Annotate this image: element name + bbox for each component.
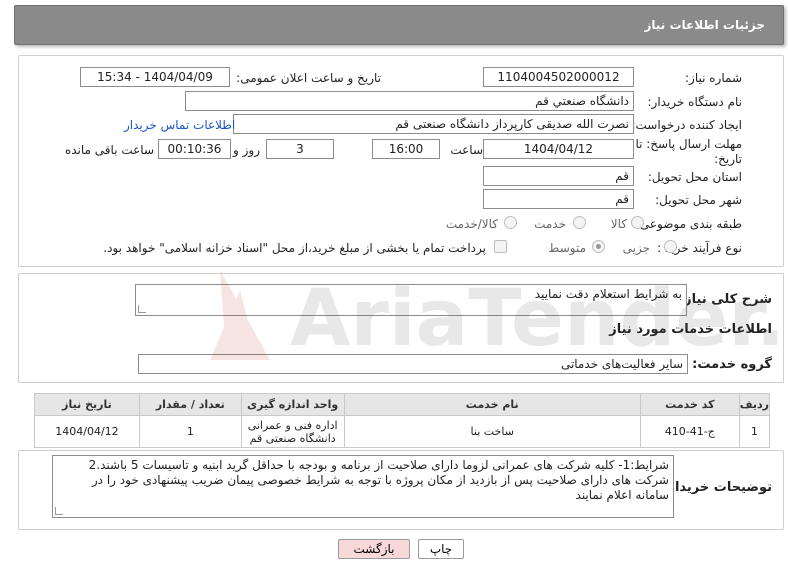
deadline-date-field: 1404/04/12 [483,139,634,159]
col-quantity: تعداد / مقدار [138,393,242,416]
watermark-text: AriaTender.neT [290,274,780,364]
deadline-time-field: 16:00 [372,139,440,159]
cell-row: 1 [738,415,771,448]
cell-quantity: 1 [138,415,242,448]
category-radio-service[interactable] [573,216,586,229]
resize-grip-icon [138,305,146,313]
announce-field: 1404/04/09 - 15:34 [80,67,230,87]
days-label: روز و [233,143,260,157]
category-radio-goods[interactable] [631,216,644,229]
col-unit: واحد اندازه گیری [240,393,345,416]
need-number-field: 1104004502000012 [483,67,634,87]
print-button[interactable]: چاپ [418,539,464,559]
col-service-name: نام خدمت [343,393,641,416]
category-option-goods-service: کالا/خدمت [445,217,498,231]
cell-unit: اداره فنی و عمرانی دانشگاه صنعتی قم [240,415,345,448]
city-field: قم [483,189,634,209]
category-option-service: خدمت [534,217,566,231]
cell-service-code: ج-41-410 [639,415,740,448]
panel-header: جزئیات اطلاعات نیاز [14,5,784,45]
page-title: جزئیات اطلاعات نیاز [644,18,765,32]
col-need-date: تاریخ نیاز [34,393,140,416]
category-label: طبقه بندی موضوعی: [635,217,742,231]
need-number-label: شماره نیاز: [685,71,742,85]
category-option-goods: کالا [610,217,627,231]
deadline-label-2: تاریخ: [714,152,742,166]
watermark-logo-icon [210,270,270,360]
col-service-code: کد خدمت [639,393,740,416]
days-field: 3 [266,139,334,159]
resize-grip-icon [55,507,63,515]
province-field: قم [483,166,634,186]
buyer-org-field: دانشگاه صنعتي قم [185,91,634,111]
creator-field: نصرت الله صدیقی کارپرداز دانشگاه صنعتی ق… [233,114,634,134]
back-button[interactable]: بازگشت [338,539,410,559]
buyer-notes-text: شرایط:1- کلیه شرکت های عمرانی لزوما دارا… [88,458,669,502]
col-row: ردیف [738,393,771,416]
table-header-row: ردیف کد خدمت نام خدمت واحد اندازه گیری ت… [34,393,771,416]
remaining-time-field: 00:10:36 [158,139,231,159]
buyer-notes-label: توضیحات خریدار: [662,480,772,495]
remaining-label: ساعت باقی مانده [64,143,154,157]
ariatender-watermark: AriaTender.neT [210,270,780,364]
buyer-org-label: نام دستگاه خریدار: [647,95,743,109]
cell-need-date: 1404/04/12 [34,415,140,448]
table-row: 1 ج-41-410 ساخت بنا اداره فنی و عمرانی د… [34,415,771,448]
deadline-label: مهلت ارسال پاسخ: تا [635,137,742,151]
province-label: استان محل تحویل: [647,170,742,184]
time-label: ساعت [450,143,483,157]
creator-label: ایجاد کننده درخواست: [631,118,742,132]
buyer-notes-textarea: شرایط:1- کلیه شرکت های عمرانی لزوما دارا… [52,455,674,518]
category-radio-goods-service[interactable] [504,216,517,229]
announce-label: تاریخ و ساعت اعلان عمومی: [236,71,381,85]
buyer-contact-link[interactable]: اطلاعات تماس خریدار [124,118,235,132]
city-label: شهر محل تحویل: [655,193,742,207]
services-table: ردیف کد خدمت نام خدمت واحد اندازه گیری ت… [34,393,771,448]
cell-service-name: ساخت بنا [343,415,641,448]
